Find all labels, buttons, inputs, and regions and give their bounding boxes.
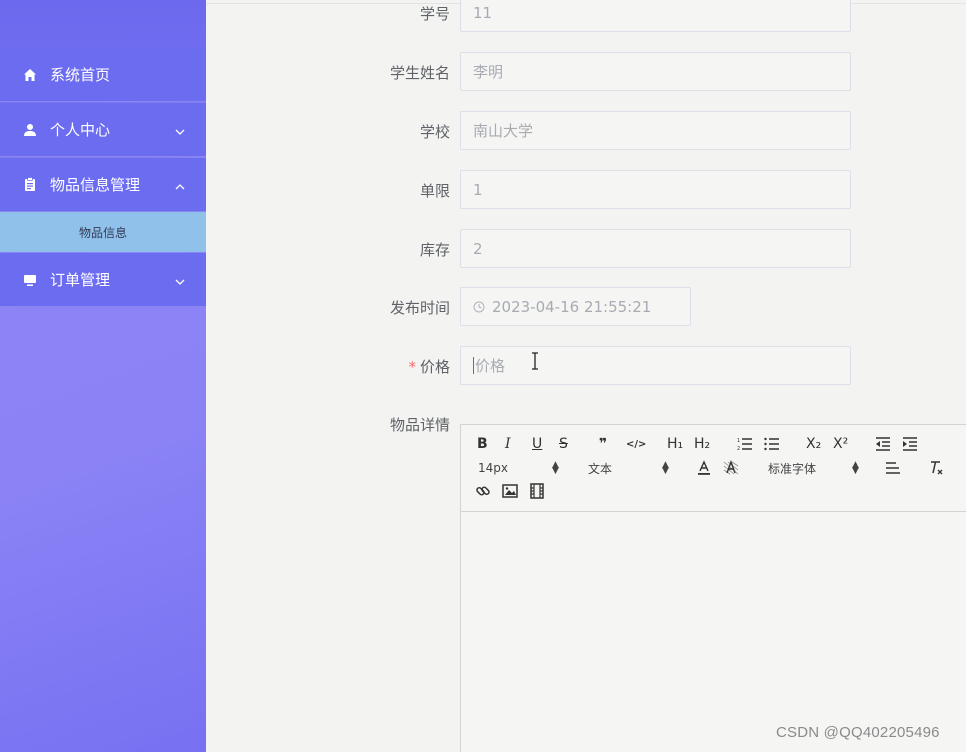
editor-toolbar: B I U S ❞ </> H₁ H₂ 12 X₂ X² 14px ▲ ▼ 文本 … <box>461 425 966 512</box>
stock-field[interactable]: 2 <box>460 229 851 268</box>
student-no-value: 11 <box>473 3 493 22</box>
sidebar: 系统首页 个人中心 物品信息管理 物品信息 订单管理 <box>0 0 206 752</box>
bold-button[interactable]: B <box>477 435 488 453</box>
svg-text:1: 1 <box>737 438 740 444</box>
student-no-label: 学号 <box>419 5 450 23</box>
home-icon <box>22 67 38 83</box>
outdent-icon[interactable] <box>875 435 891 453</box>
user-icon <box>22 122 38 138</box>
paragraph-value: 文本 <box>588 461 613 476</box>
select-arrows-icon: ▲ ▼ <box>852 460 859 476</box>
font-color-icon[interactable] <box>696 459 712 477</box>
clear-format-icon[interactable] <box>928 459 944 477</box>
header-1-button[interactable]: H₁ <box>667 435 683 453</box>
font-family-select[interactable]: 标准字体 ▲ ▼ <box>768 459 864 477</box>
student-name-label: 学生姓名 <box>389 64 450 82</box>
student-no-field[interactable]: 11 <box>460 0 851 32</box>
sidebar-header <box>0 0 206 48</box>
single-limit-field[interactable]: 1 <box>460 170 851 209</box>
clipboard-icon <box>22 177 38 193</box>
font-family-value: 标准字体 <box>768 461 817 476</box>
sidebar-item-item-info-management[interactable]: 物品信息管理 <box>0 158 206 212</box>
school-label: 学校 <box>419 123 450 141</box>
publish-time-field[interactable]: 2023-04-16 21:55:21 <box>460 287 691 326</box>
link-icon[interactable] <box>475 482 491 500</box>
paragraph-select[interactable]: 文本 ▲ ▼ <box>588 459 674 477</box>
sidebar-subitem-label: 物品信息 <box>78 225 127 240</box>
subscript-button[interactable]: X₂ <box>806 435 821 453</box>
sidebar-item-order-management[interactable]: 订单管理 <box>0 253 206 307</box>
select-arrows-icon: ▲ ▼ <box>662 460 669 476</box>
sidebar-item-home[interactable]: 系统首页 <box>0 48 206 102</box>
price-field[interactable]: 价格 <box>460 346 851 385</box>
text-caret <box>473 357 474 374</box>
single-limit-label: 单限 <box>419 182 450 200</box>
school-value: 南山大学 <box>473 122 534 140</box>
monitor-icon <box>22 272 38 288</box>
sidebar-item-label: 系统首页 <box>50 66 111 84</box>
school-field[interactable]: 南山大学 <box>460 111 851 150</box>
price-label-text: 价格 <box>419 358 450 376</box>
superscript-button[interactable]: X² <box>833 435 848 453</box>
publish-time-label: 发布时间 <box>389 299 450 317</box>
font-size-select[interactable]: 14px ▲ ▼ <box>478 459 564 477</box>
italic-button[interactable]: I <box>505 435 511 453</box>
chevron-down-icon <box>174 124 186 136</box>
item-detail-label: 物品详情 <box>389 416 450 434</box>
clock-icon <box>473 301 485 313</box>
student-name-field[interactable]: 李明 <box>460 52 851 91</box>
text-cursor-icon <box>530 352 540 374</box>
select-arrows-icon: ▲ ▼ <box>552 460 559 476</box>
align-icon[interactable] <box>885 459 901 477</box>
watermark: CSDN @QQ402205496 <box>776 724 940 741</box>
svg-text:2: 2 <box>737 446 740 451</box>
student-name-value: 李明 <box>473 63 504 81</box>
sidebar-item-label: 物品信息管理 <box>50 176 141 194</box>
sidebar-subitem-item-info[interactable]: 物品信息 <box>0 212 206 252</box>
chevron-down-icon <box>174 274 186 286</box>
stock-label: 库存 <box>419 241 450 259</box>
single-limit-value: 1 <box>473 180 483 199</box>
strike-button[interactable]: S <box>559 435 568 453</box>
sidebar-item-label: 个人中心 <box>50 121 111 139</box>
ordered-list-icon[interactable]: 12 <box>737 435 753 453</box>
publish-time-value: 2023-04-16 21:55:21 <box>492 297 652 316</box>
indent-icon[interactable] <box>902 435 918 453</box>
video-icon[interactable] <box>529 482 545 500</box>
header-2-button[interactable]: H₂ <box>694 435 710 453</box>
sidebar-item-label: 订单管理 <box>50 271 111 289</box>
bullet-list-icon[interactable] <box>764 435 780 453</box>
editor-content-area[interactable] <box>461 513 966 752</box>
sidebar-item-personal-center[interactable]: 个人中心 <box>0 103 206 157</box>
background-color-icon[interactable] <box>723 459 739 477</box>
rich-text-editor[interactable]: B I U S ❞ </> H₁ H₂ 12 X₂ X² 14px ▲ ▼ 文本 … <box>460 424 966 752</box>
chevron-up-icon <box>174 179 186 191</box>
underline-button[interactable]: U <box>532 435 542 453</box>
code-block-button[interactable]: </> <box>626 435 646 453</box>
font-size-value: 14px <box>478 461 508 475</box>
stock-value: 2 <box>473 239 483 258</box>
image-icon[interactable] <box>502 482 518 500</box>
required-mark: * <box>408 358 416 376</box>
blockquote-button[interactable]: ❞ <box>599 435 607 453</box>
price-label: * 价格 <box>350 356 450 377</box>
price-placeholder: 价格 <box>475 357 506 375</box>
